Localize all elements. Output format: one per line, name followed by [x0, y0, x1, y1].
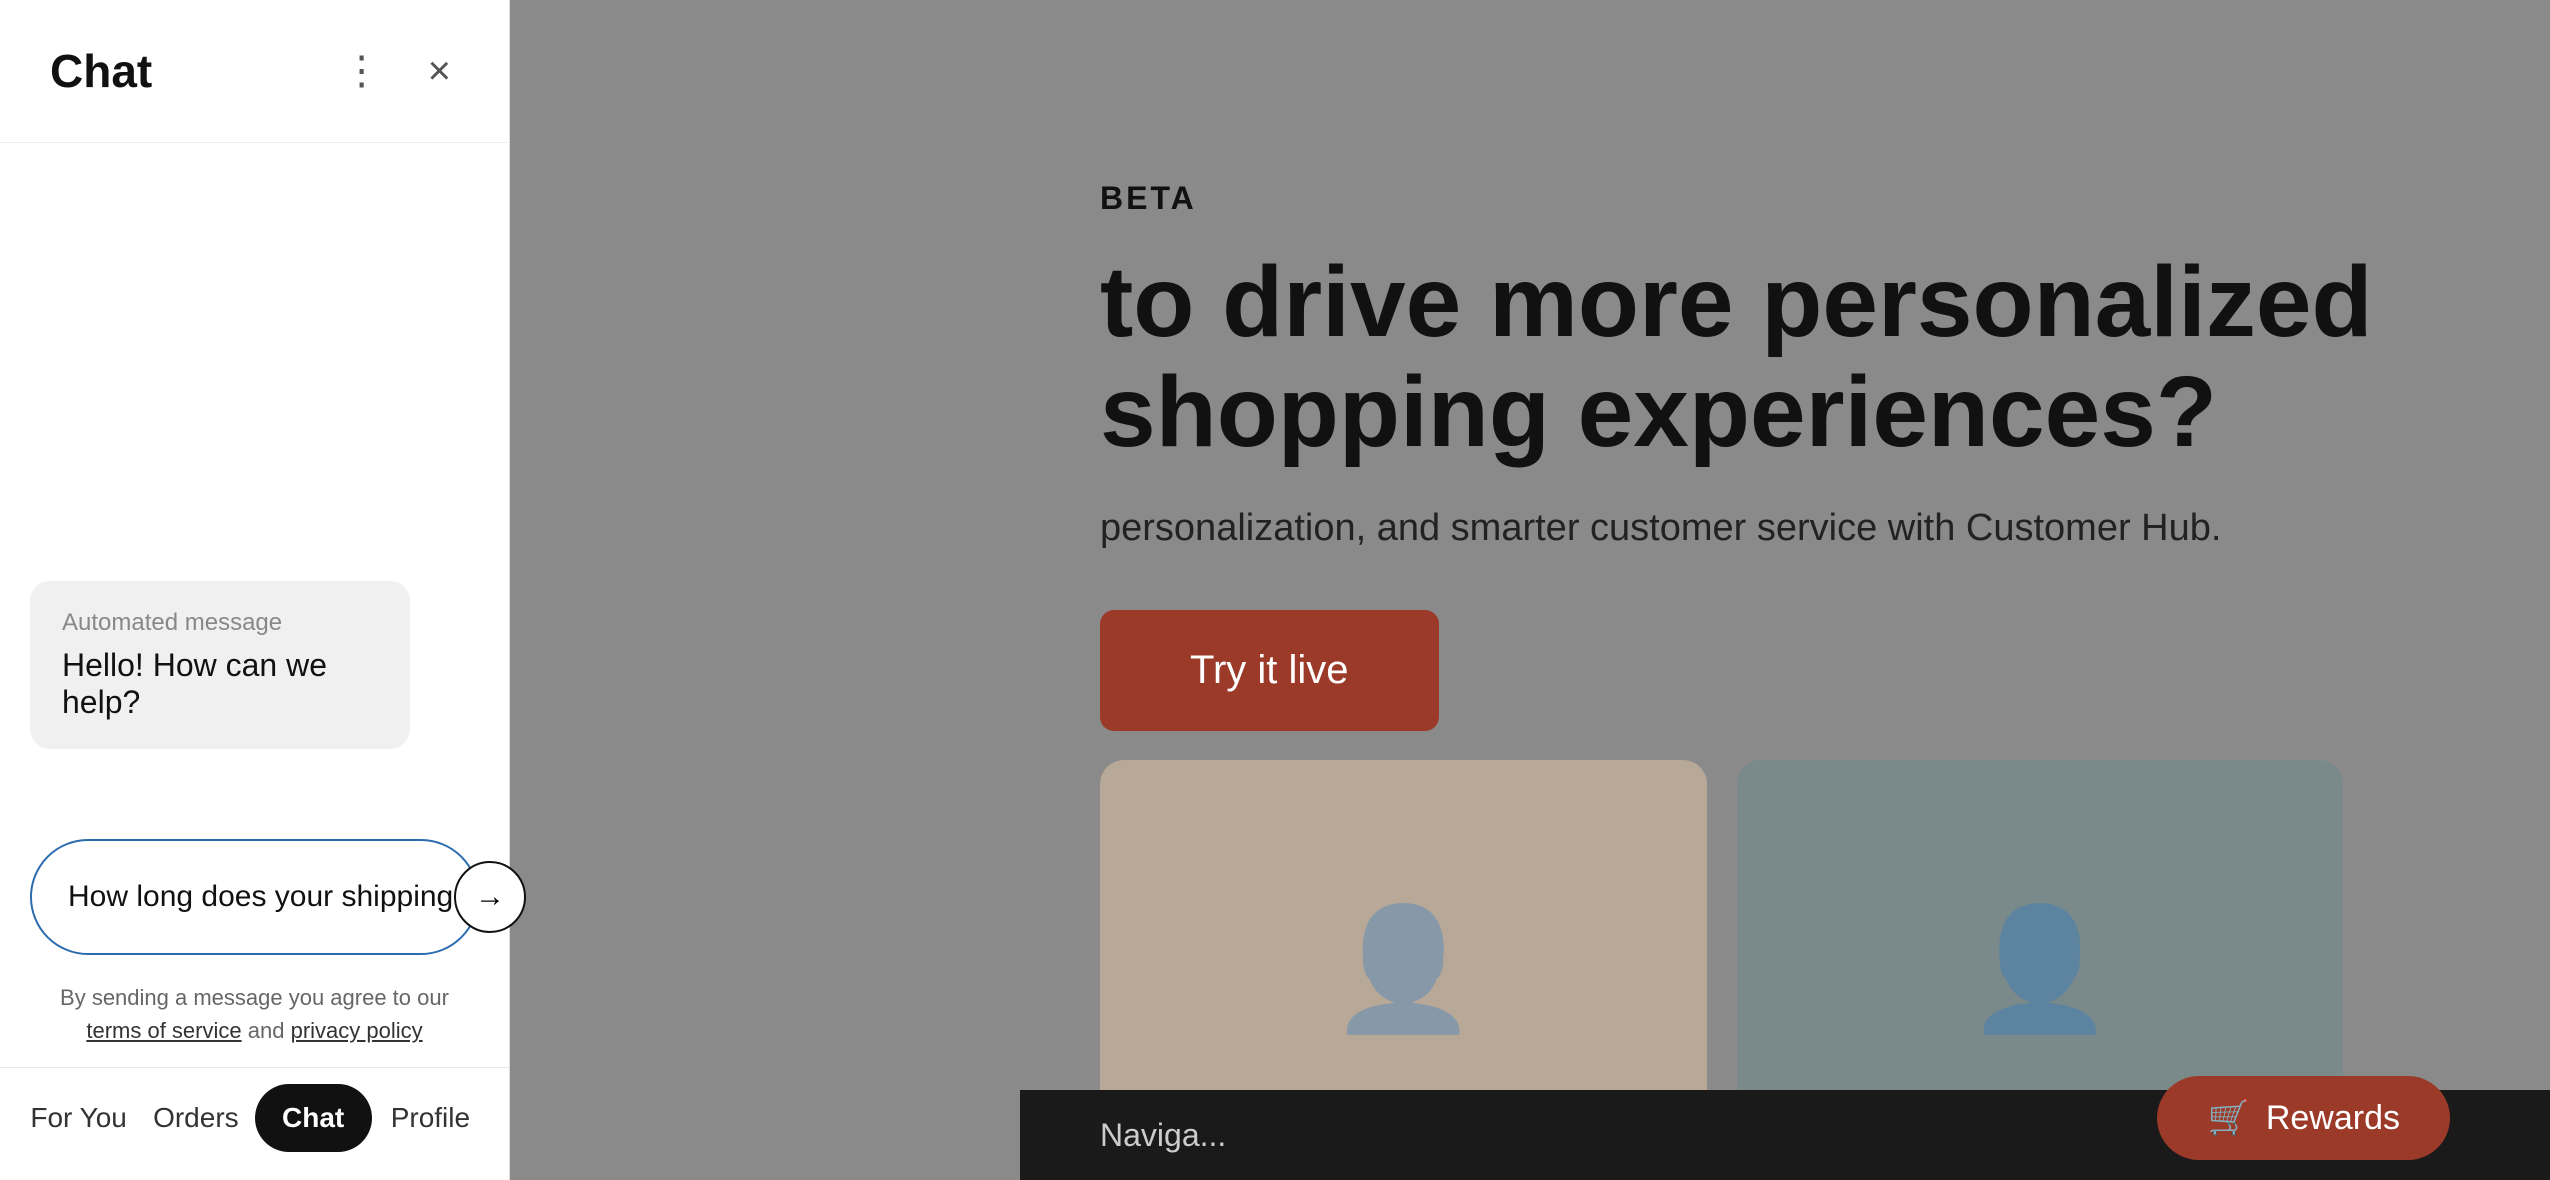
- chat-header-actions: ⋮ ×: [334, 40, 459, 102]
- tab-for-you[interactable]: For You: [20, 1084, 137, 1152]
- rewards-button[interactable]: 🛒 Rewards: [2157, 1076, 2450, 1160]
- chat-terms: By sending a message you agree to our te…: [0, 965, 509, 1067]
- terms-of-service-link[interactable]: terms of service: [86, 1018, 241, 1043]
- rewards-icon: 🛒: [2207, 1098, 2249, 1138]
- chat-close-button[interactable]: ×: [420, 41, 459, 102]
- send-arrow-icon: →: [475, 880, 505, 914]
- hero-section: 🔍 👤 🛍 BETA to drive more personalizedsho…: [510, 0, 2550, 1180]
- chat-tab-bar: For You Orders Chat Profile: [0, 1067, 509, 1180]
- chat-body: Automated message Hello! How can we help…: [0, 143, 509, 819]
- tab-chat[interactable]: Chat: [255, 1084, 372, 1152]
- chat-input[interactable]: [68, 880, 454, 914]
- tab-orders[interactable]: Orders: [137, 1084, 254, 1152]
- rewards-label: Rewards: [2266, 1099, 2400, 1138]
- hero-headline: to drive more personalizedshopping exper…: [1100, 247, 2550, 467]
- automated-message-text: Hello! How can we help?: [62, 647, 378, 721]
- tab-profile[interactable]: Profile: [372, 1084, 489, 1152]
- beta-label: BETA: [1100, 180, 2550, 217]
- automated-message-label: Automated message: [62, 609, 378, 637]
- chat-more-button[interactable]: ⋮: [334, 40, 390, 102]
- privacy-policy-link[interactable]: privacy policy: [291, 1018, 423, 1043]
- chat-header: Chat ⋮ ×: [0, 0, 509, 143]
- chat-input-area: →: [0, 819, 509, 965]
- hero-subtext: personalization, and smarter customer se…: [1100, 507, 2500, 550]
- chat-input-wrapper: →: [30, 839, 479, 955]
- chat-title: Chat: [50, 44, 152, 98]
- hero-content: BETA to drive more personalizedshopping …: [1020, 120, 2550, 791]
- chat-send-button[interactable]: →: [454, 861, 526, 933]
- site-bottom-nav-text: Naviga...: [1100, 1117, 1226, 1154]
- chat-panel: Chat ⋮ × Automated message Hello! How ca…: [0, 0, 510, 1180]
- try-it-live-button[interactable]: Try it live: [1100, 610, 1439, 731]
- automated-message-bubble: Automated message Hello! How can we help…: [30, 581, 410, 749]
- site-nav: 🔍 👤 🛍: [1020, 0, 2550, 110]
